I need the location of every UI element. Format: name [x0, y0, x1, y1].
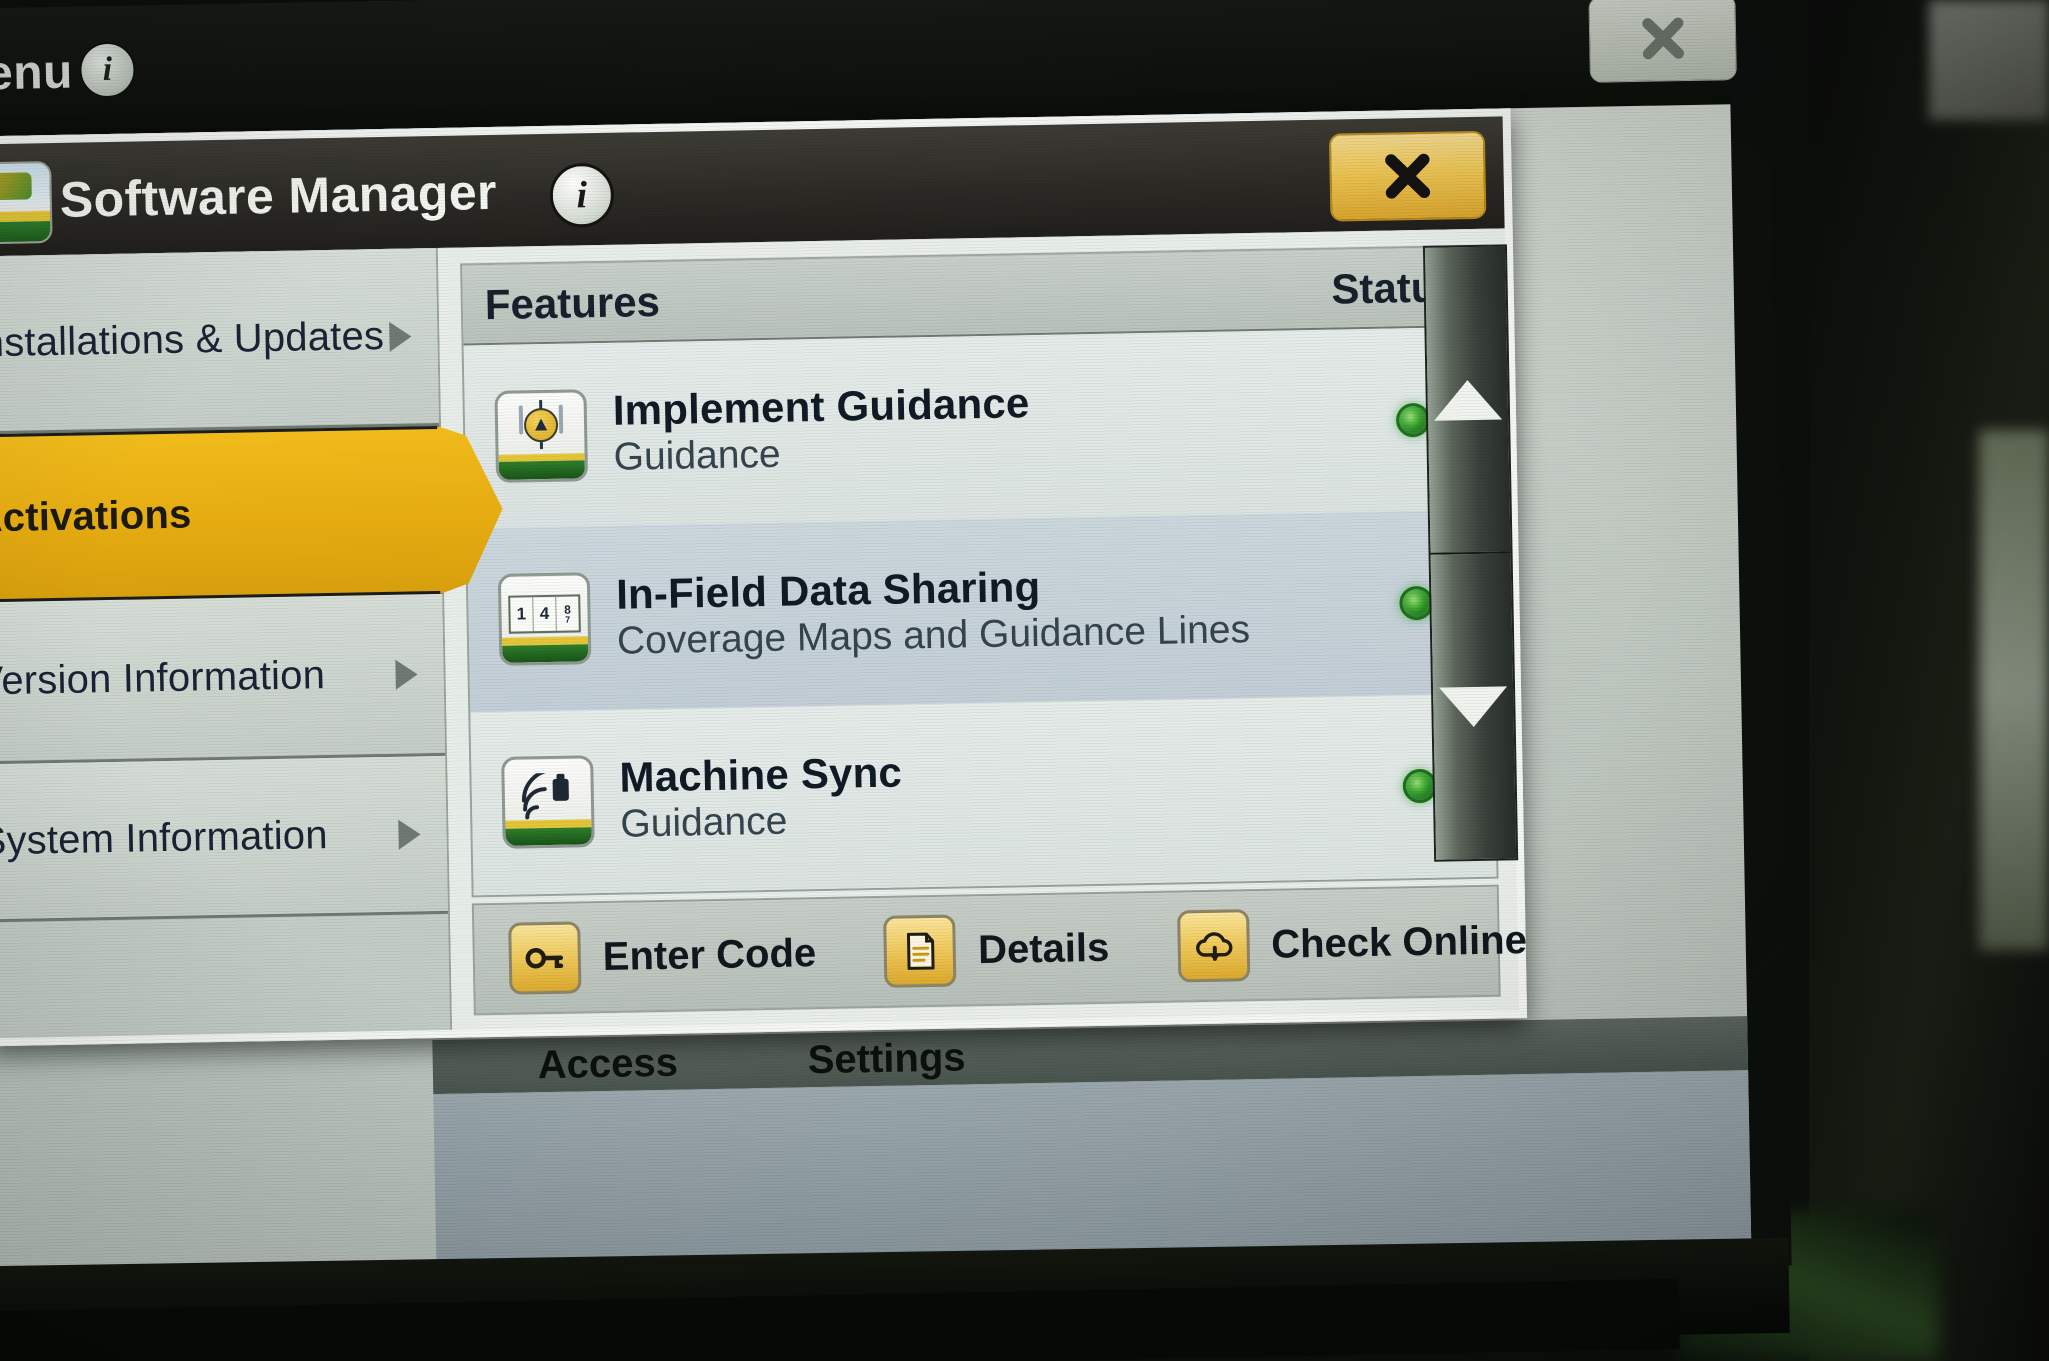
- scroll-down-button[interactable]: [1430, 553, 1517, 860]
- info-icon[interactable]: i: [78, 41, 136, 99]
- background-blur-top: [1929, 0, 2049, 120]
- dialog-content: Installations & Updates Activations Vers…: [0, 228, 1527, 1039]
- implement-guidance-icon: [494, 388, 589, 483]
- key-icon: [508, 921, 582, 995]
- signal-waves-icon: [521, 772, 569, 820]
- main-panel: Features Status Implement Guidance Guida…: [437, 228, 1527, 1030]
- column-header-features: Features: [484, 277, 661, 329]
- features-rows: Implement Guidance Guidance 1 4 8 7 In-F…: [463, 326, 1497, 896]
- table-row[interactable]: Implement Guidance Guidance: [463, 326, 1490, 529]
- features-list: Features Status Implement Guidance Guida…: [460, 244, 1499, 898]
- page-title: Software Manager: [59, 163, 498, 228]
- document-icon: [883, 914, 957, 988]
- feature-subtitle: Guidance: [613, 432, 781, 480]
- enter-code-label: Enter Code: [602, 930, 817, 979]
- sidebar-item-version-information[interactable]: Version Information: [0, 593, 446, 765]
- in-field-data-sharing-icon: 1 4 8 7: [497, 572, 592, 666]
- feature-title: Machine Sync: [619, 748, 903, 801]
- feature-subtitle: Coverage Maps and Guidance Lines: [616, 607, 1251, 663]
- enter-code-button[interactable]: Enter Code: [474, 899, 851, 1014]
- close-icon: [1385, 153, 1431, 199]
- photograph-of-display: Menu i Access Settings Software Manager …: [0, 0, 2049, 1361]
- details-label: Details: [977, 925, 1110, 972]
- background-blur-middle: [1979, 430, 2049, 950]
- close-button[interactable]: [1328, 130, 1487, 222]
- scroll-up-button[interactable]: [1424, 246, 1511, 555]
- software-manager-app-icon: [0, 161, 53, 245]
- chevron-right-icon: [389, 320, 412, 352]
- close-icon: [1641, 17, 1684, 60]
- sidebar-item-label: Activations: [0, 492, 192, 541]
- sidebar: Installations & Updates Activations Vers…: [0, 247, 452, 1039]
- sidebar-item-system-information[interactable]: System Information: [0, 755, 449, 923]
- sidebar-item-label: Version Information: [0, 653, 326, 704]
- odometer-digits: 1 4 8 7: [508, 594, 581, 634]
- background-tab-settings[interactable]: Settings: [807, 1035, 966, 1083]
- background-window-title: Menu: [0, 45, 74, 101]
- check-online-button[interactable]: Check Online: [1142, 885, 1562, 1001]
- feature-subtitle: Guidance: [619, 799, 788, 846]
- machine-sync-icon: [501, 755, 595, 850]
- sidebar-item-label: System Information: [0, 813, 329, 864]
- chevron-down-icon: [1439, 685, 1508, 728]
- feature-title: Implement Guidance: [612, 379, 1030, 434]
- details-button[interactable]: Details: [849, 893, 1144, 1006]
- background-tab-access[interactable]: Access: [537, 1041, 678, 1089]
- table-row[interactable]: 1 4 8 7 In-Field Data Sharing Coverage M…: [466, 510, 1494, 713]
- dialog-toolbar: Enter Code Details Check Online: [471, 884, 1527, 1016]
- row-text: In-Field Data Sharing Coverage Maps and …: [616, 559, 1343, 663]
- software-manager-dialog: Software Manager i Installations & Updat…: [0, 108, 1527, 1047]
- chevron-up-icon: [1433, 378, 1503, 421]
- display-screen: Menu i Access Settings Software Manager …: [0, 0, 1792, 1299]
- chevron-right-icon: [395, 658, 418, 690]
- sidebar-item-installations-and-updates[interactable]: Installations & Updates: [0, 247, 440, 435]
- check-online-label: Check Online: [1270, 917, 1528, 967]
- row-text: Implement Guidance Guidance: [612, 376, 1339, 480]
- row-text: Machine Sync Guidance: [619, 742, 1346, 846]
- chevron-right-icon: [398, 818, 421, 850]
- background-window-close-button[interactable]: [1588, 0, 1737, 83]
- info-icon[interactable]: i: [549, 162, 615, 228]
- sidebar-item-label: Installations & Updates: [0, 314, 385, 366]
- cloud-download-icon: [1176, 909, 1250, 983]
- table-row[interactable]: Machine Sync Guidance: [470, 693, 1497, 896]
- sidebar-item-activations[interactable]: Activations: [0, 426, 442, 603]
- vertical-scrollbar[interactable]: [1422, 244, 1519, 862]
